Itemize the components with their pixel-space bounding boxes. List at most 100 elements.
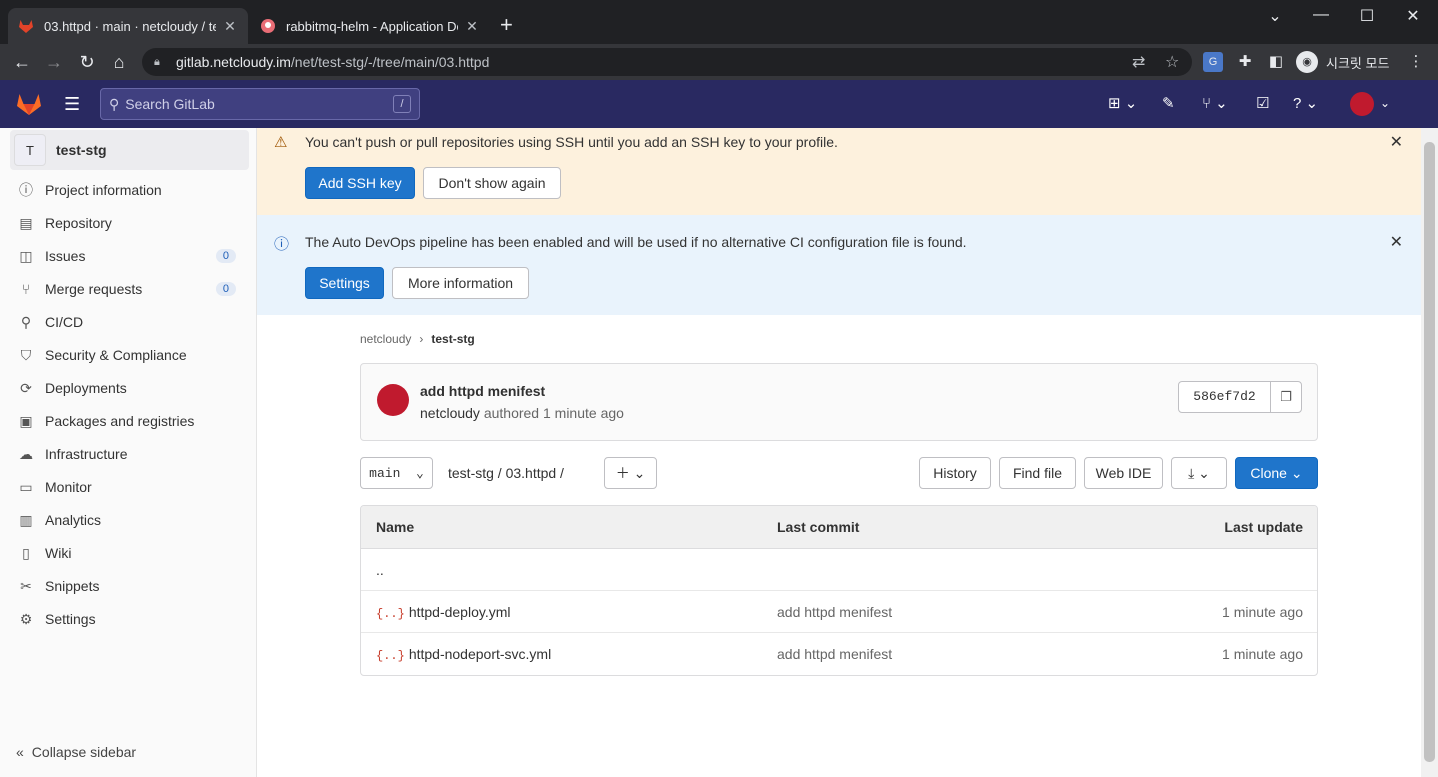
sidebar-item-cicd[interactable]: ⚲ CI/CD <box>18 307 248 337</box>
todos-icon[interactable]: ☑ <box>1256 94 1269 112</box>
sidebar-item-packages[interactable]: ▣ Packages and registries <box>18 406 248 436</box>
table-row-parent[interactable]: .. <box>361 549 1317 591</box>
add-ssh-key-button[interactable]: Add SSH key <box>305 167 415 199</box>
copy-icon[interactable]: ❐ <box>1271 382 1301 412</box>
collapse-sidebar-button[interactable]: « Collapse sidebar <box>16 744 136 760</box>
chevron-down-icon[interactable]: ⌄ <box>1380 96 1390 110</box>
sidebar-item-snippets[interactable]: ✂ Snippets <box>18 571 248 601</box>
file-name-cell[interactable]: {..} httpd-nodeport-svc.yml <box>376 646 551 663</box>
download-dropdown[interactable]: ⤓ ⌄ <box>1171 457 1227 489</box>
sidebar-item-project-information[interactable]: ⓘ Project information <box>18 175 248 205</box>
new-tab-icon[interactable]: + <box>500 14 513 36</box>
extensions-puzzle-icon[interactable]: ✚ <box>1235 52 1255 72</box>
file-path-breadcrumb[interactable]: test-stg / 03.httpd / <box>448 465 564 481</box>
commit-sha[interactable]: 586ef7d2 <box>1179 382 1271 412</box>
sidebar-item-label: Merge requests <box>45 281 143 297</box>
sidebar-item-monitor[interactable]: ▭ Monitor <box>18 472 248 502</box>
file-last-update: 1 minute ago <box>1222 604 1303 620</box>
forward-icon[interactable]: → <box>42 50 66 74</box>
sidebar-item-label: Monitor <box>45 479 92 495</box>
plus-icon: ＋ <box>615 465 630 481</box>
find-file-button[interactable]: Find file <box>999 457 1076 489</box>
file-name[interactable]: httpd-nodeport-svc.yml <box>409 646 551 662</box>
argo-favicon-icon <box>261 19 275 33</box>
reload-icon[interactable]: ↻ <box>75 50 99 74</box>
tab-search-icon[interactable]: ⌄ <box>1252 6 1298 26</box>
sidebar-item-analytics[interactable]: ▥ Analytics <box>18 505 248 535</box>
create-new-icon[interactable]: ⊞ ⌄ <box>1108 94 1137 112</box>
table-row[interactable]: {..} httpd-nodeport-svc.yml add httpd men… <box>361 633 1317 675</box>
home-icon[interactable]: ⌂ <box>107 50 131 74</box>
more-information-button[interactable]: More information <box>392 267 529 299</box>
commit-title[interactable]: add httpd menifest <box>420 383 545 399</box>
browser-tab-inactive[interactable]: rabbitmq-helm - Application De ✕ <box>250 8 490 44</box>
incognito-indicator[interactable]: ◉ 시크릿 모드 <box>1296 48 1389 76</box>
download-icon: ⤓ <box>1188 464 1195 481</box>
sidebar-item-merge-requests[interactable]: ⑂ Merge requests 0 <box>18 274 248 304</box>
breadcrumb-parent[interactable]: netcloudy <box>360 332 411 346</box>
chevron-down-icon: ⌄ <box>1290 464 1303 481</box>
file-last-commit[interactable]: add httpd menifest <box>777 646 892 662</box>
tab-close-icon[interactable]: ✕ <box>222 18 238 35</box>
gitlab-favicon-icon <box>19 20 33 33</box>
auto-devops-alert: ⓘ The Auto DevOps pipeline has been enab… <box>257 215 1421 315</box>
merge-requests-nav-icon[interactable]: ⑂ ⌄ <box>1202 94 1228 112</box>
breadcrumb-current[interactable]: test-stg <box>431 332 474 346</box>
table-row[interactable]: {..} httpd-deploy.yml add httpd menifest … <box>361 591 1317 633</box>
browser-menu-icon[interactable]: ⋮ <box>1406 52 1426 72</box>
tab-title: rabbitmq-helm - Application De <box>286 18 458 34</box>
hamburger-menu-icon[interactable]: ☰ <box>64 94 80 115</box>
web-ide-button[interactable]: Web IDE <box>1084 457 1163 489</box>
maximize-icon[interactable]: ☐ <box>1344 6 1390 26</box>
gitlab-top-nav: ☰ ⚲ Search GitLab / ⊞ ⌄ ✎ ⑂ ⌄ ☑ ? ⌄ ⌄ <box>0 80 1438 128</box>
sidebar-item-issues[interactable]: ◫ Issues 0 <box>18 241 248 271</box>
sidebar-item-settings[interactable]: ⚙ Settings <box>18 604 248 634</box>
yaml-file-icon: {..} <box>376 649 405 663</box>
issues-count-badge: 0 <box>215 249 236 263</box>
settings-button[interactable]: Settings <box>305 267 384 299</box>
commit-author[interactable]: netcloudy <box>420 405 480 421</box>
side-panel-icon[interactable]: ◧ <box>1266 52 1286 72</box>
file-last-commit[interactable]: add httpd menifest <box>777 604 892 620</box>
parent-directory-link[interactable]: .. <box>376 562 384 578</box>
address-bar[interactable]: 🔒︎ gitlab.netcloudy.im/net/test-stg/-/tr… <box>142 48 1192 76</box>
close-icon[interactable]: ✕ <box>1390 232 1403 252</box>
commit-author-avatar[interactable] <box>377 384 409 416</box>
user-avatar[interactable] <box>1350 92 1374 116</box>
translate-icon[interactable]: ⇄ <box>1132 52 1145 72</box>
dont-show-again-button[interactable]: Don't show again <box>423 167 561 199</box>
tab-title: 03.httpd · main · netcloudy / te <box>44 18 216 34</box>
branch-selector[interactable]: main ⌄ <box>360 457 433 489</box>
back-icon[interactable]: ← <box>10 50 34 74</box>
sidebar-item-security[interactable]: ⛉ Security & Compliance <box>18 340 248 370</box>
page-scrollbar[interactable] <box>1421 128 1438 777</box>
bookmark-star-icon[interactable]: ☆ <box>1165 52 1179 72</box>
sidebar-item-wiki[interactable]: ▯ Wiki <box>18 538 248 568</box>
history-button[interactable]: History <box>919 457 991 489</box>
translate-extension-icon[interactable]: G <box>1203 52 1223 72</box>
add-file-dropdown[interactable]: ＋ ⌄ <box>604 457 657 489</box>
window-close-icon[interactable]: ✕ <box>1390 6 1436 26</box>
file-name[interactable]: httpd-deploy.yml <box>409 604 511 620</box>
search-input[interactable]: ⚲ Search GitLab / <box>100 88 420 120</box>
lock-icon[interactable]: 🔒︎ <box>154 56 168 69</box>
cloud-icon: ☁ <box>19 445 33 462</box>
merge-requests-count-badge: 0 <box>215 282 236 296</box>
minimize-icon[interactable]: — <box>1298 6 1344 24</box>
sidebar-item-repository[interactable]: ▤ Repository <box>18 208 248 238</box>
sidebar-project-header[interactable]: T test-stg <box>10 130 249 170</box>
tab-close-icon[interactable]: ✕ <box>464 18 480 35</box>
help-icon[interactable]: ? ⌄ <box>1293 94 1318 112</box>
clone-dropdown[interactable]: Clone ⌄ <box>1235 457 1318 489</box>
sidebar-item-infrastructure[interactable]: ☁ Infrastructure <box>18 439 248 469</box>
info-icon: ⓘ <box>19 182 33 198</box>
scrollbar-thumb[interactable] <box>1424 142 1435 762</box>
main-content: ⚠ You can't push or pull repositories us… <box>257 128 1421 777</box>
sidebar-item-deployments[interactable]: ⟳ Deployments <box>18 373 248 403</box>
warning-icon: ⚠ <box>274 134 288 151</box>
close-icon[interactable]: ✕ <box>1390 132 1403 152</box>
gitlab-logo-icon[interactable] <box>16 92 42 116</box>
browser-tab-active[interactable]: 03.httpd · main · netcloudy / te ✕ <box>8 8 248 44</box>
file-name-cell[interactable]: {..} httpd-deploy.yml <box>376 604 511 621</box>
issues-nav-icon[interactable]: ✎ <box>1162 94 1175 112</box>
